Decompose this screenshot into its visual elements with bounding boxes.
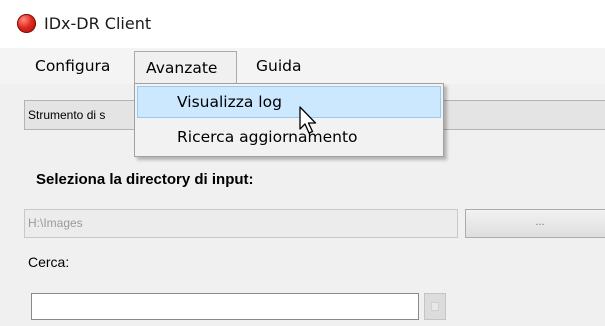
search-label: Cerca:	[28, 254, 70, 270]
search-button[interactable]	[424, 293, 446, 320]
mouse-cursor-icon	[299, 106, 317, 134]
search-input[interactable]	[31, 293, 419, 320]
menu-bar: Configura Avanzate Guida	[0, 48, 605, 85]
menu-guida[interactable]: Guida	[245, 48, 312, 84]
avanzate-dropdown-menu: Visualizza log Ricerca aggiornamento	[134, 83, 444, 157]
browse-button[interactable]: ...	[465, 209, 605, 238]
search-button-icon	[431, 302, 439, 311]
input-directory-label: Seleziona la directory di input:	[36, 171, 254, 188]
menu-item-visualizza-log[interactable]: Visualizza log	[137, 86, 441, 118]
input-path-field[interactable]: H:\Images	[24, 209, 458, 238]
title-bar: IDx-DR Client	[0, 0, 605, 48]
window-title: IDx-DR Client	[44, 14, 152, 33]
menu-item-ricerca-aggiornamento[interactable]: Ricerca aggiornamento	[137, 122, 441, 154]
menu-configura[interactable]: Configura	[24, 48, 121, 84]
menu-avanzate[interactable]: Avanzate	[134, 51, 237, 85]
app-icon	[17, 14, 36, 33]
